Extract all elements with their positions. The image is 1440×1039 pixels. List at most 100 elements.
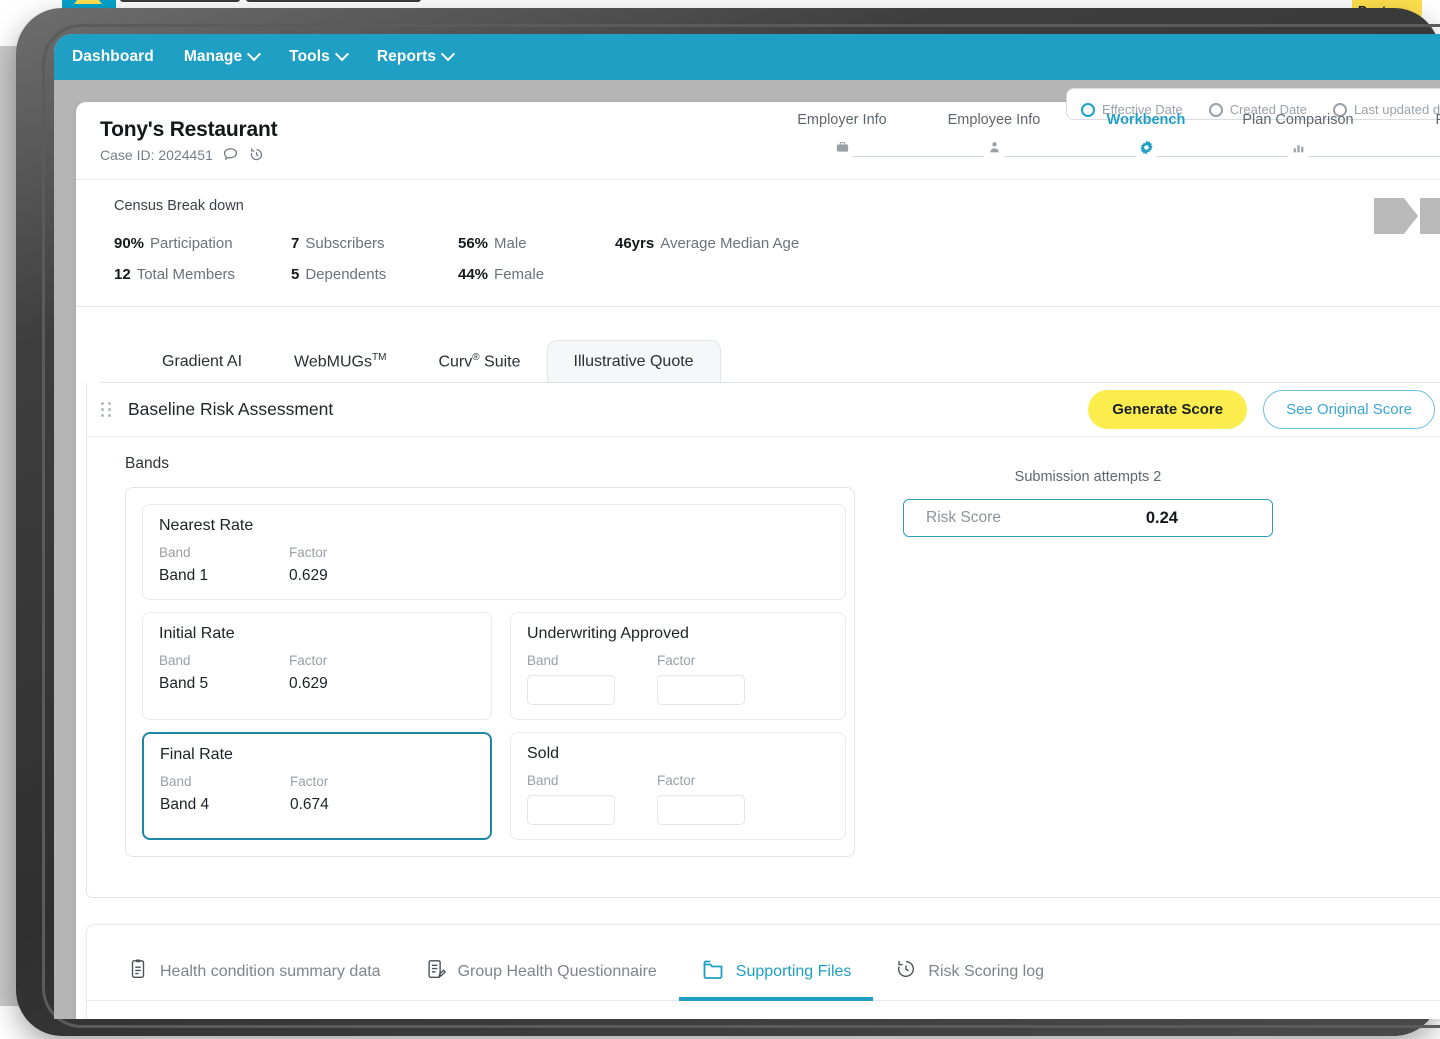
chevron-down-icon (441, 47, 456, 62)
document-tab-bar: Health condition summary data Group Heal… (87, 943, 1440, 1001)
page-body: Effective Date Created Date Last updated… (54, 80, 1440, 1019)
tab-webmugs[interactable]: WebMUGsTM (268, 340, 412, 383)
tab-health-condition-summary-label: Health condition summary data (160, 962, 381, 980)
band-value: Band 4 (160, 796, 210, 813)
briefcase-icon (832, 137, 852, 157)
census-stat-label: Subscribers (305, 235, 385, 252)
nav-item-tools-label: Tools (289, 48, 330, 65)
tab-curv-suffix: Suite (479, 353, 521, 370)
factor-label: Factor (657, 653, 696, 668)
product-tab-bar: Gradient AI WebMUGsTM Curv® Suite Illust… (100, 335, 1440, 383)
census-stat: 44% Female (458, 259, 603, 290)
main-content-card: Effective Date Created Date Last updated… (76, 88, 1440, 1019)
stepper-label: Plan (1435, 112, 1440, 128)
chevron-shape (1420, 198, 1440, 234)
band-card-sold[interactable]: Sold Band Factor (510, 732, 846, 840)
census-stat: 46yrs Average Median Age (615, 228, 945, 259)
risk-score-box[interactable]: Risk Score 0.24 (903, 499, 1273, 537)
drag-handle-icon[interactable] (101, 402, 112, 417)
baseline-risk-assessment-panel: Baseline Risk Assessment Generate Score … (86, 383, 1440, 898)
nav-item-manage-label: Manage (183, 48, 243, 65)
tab-illustrative-quote[interactable]: Illustrative Quote (546, 340, 721, 383)
tab-supporting-files[interactable]: Supporting Files (678, 944, 874, 1001)
nav-item-tools[interactable]: Tools (289, 47, 349, 66)
census-stat: 5 Dependents (291, 259, 446, 290)
stepper-label: Workbench (1106, 112, 1186, 128)
census-stat-label: Female (494, 266, 545, 283)
band-card-initial-rate[interactable]: Initial Rate Band Band 5 Factor 0.629 (142, 612, 492, 720)
tab-curv-suite[interactable]: Curv® Suite (412, 340, 546, 383)
tab-supporting-files-label: Supporting Files (735, 962, 852, 980)
factor-value: 0.674 (290, 796, 329, 813)
stepper-icons (766, 137, 1440, 157)
tab-health-condition-summary[interactable]: Health condition summary data (105, 944, 403, 1000)
census-column-age: 46yrs Average Median Age (615, 228, 945, 290)
case-header: Tony's Restaurant Case ID: 2024451 Emplo… (76, 102, 1440, 180)
nav-item-reports[interactable]: Reports (377, 47, 456, 66)
band-card-underwriting-approved[interactable]: Underwriting Approved Band Factor (510, 612, 846, 720)
folder-icon (701, 957, 725, 986)
tab-curv-label: Curv (438, 353, 473, 370)
tab-gradient-ai[interactable]: Gradient AI (136, 341, 268, 383)
band-label: Band (527, 773, 559, 788)
chevron-down-icon (334, 47, 349, 62)
census-grid: 90% Participation 12 Total Members 7 Sub… (114, 228, 1440, 290)
gear-icon (1136, 137, 1156, 157)
clock-history-icon (895, 958, 917, 985)
document-category-label: Document Category (105, 1017, 575, 1019)
comment-icon[interactable] (222, 146, 239, 163)
census-stat-value: 44% (458, 266, 489, 283)
tab-risk-scoring-log[interactable]: Risk Scoring log (873, 944, 1066, 1000)
stepper-label: Employer Info (797, 112, 887, 128)
factor-value: 0.629 (289, 567, 328, 584)
tab-risk-scoring-log-label: Risk Scoring log (928, 962, 1045, 980)
sold-band-input[interactable] (527, 795, 615, 825)
band-card-title: Initial Rate (159, 625, 235, 642)
bar-chart-icon (1288, 137, 1308, 157)
band-label: Band (527, 653, 559, 668)
workflow-stepper: Employer Info Employee Info Workbench Pl… (766, 112, 1440, 157)
underwriting-factor-input[interactable] (657, 675, 745, 705)
generate-score-button[interactable]: Generate Score (1088, 390, 1248, 429)
census-stat-label: Male (494, 235, 527, 252)
census-stat-label: Total Members (136, 266, 236, 283)
band-label: Band (159, 545, 191, 560)
band-card-nearest-rate[interactable]: Nearest Rate Band Band 1 Factor 0.629 (142, 504, 846, 600)
underwriting-band-input[interactable] (527, 675, 615, 705)
tablet-screen: Dashboard Manage Tools Reports Effective… (54, 34, 1440, 1019)
submission-attempts-label: Submission attempts 2 (1014, 469, 1162, 485)
bands-section: Bands Nearest Rate Band Band 1 Factor 0.… (125, 455, 855, 857)
bands-container: Nearest Rate Band Band 1 Factor 0.629 In… (125, 487, 855, 857)
census-stat-value: 5 (291, 266, 300, 283)
stepper-step-workbench[interactable]: Workbench (1070, 112, 1222, 128)
risk-score-value: 0.24 (1145, 508, 1178, 527)
history-icon[interactable] (248, 146, 265, 163)
band-card-final-rate[interactable]: Final Rate Band Band 4 Factor 0.674 (142, 732, 492, 840)
documents-body: Document Category Select (87, 1001, 1440, 1019)
census-column-subscribers: 7 Subscribers 5 Dependents (291, 228, 446, 290)
stepper-step-employer-info[interactable]: Employer Info (766, 112, 918, 128)
stepper-step-employee-info[interactable]: Employee Info (918, 112, 1070, 128)
person-icon (984, 137, 1004, 157)
risk-score-label: Risk Score (926, 509, 1001, 526)
background-bar-2 (246, 0, 421, 2)
band-label: Band (159, 653, 191, 668)
see-original-score-button[interactable]: See Original Score (1263, 390, 1435, 429)
census-column-participation: 90% Participation 12 Total Members (114, 228, 279, 290)
bands-title: Bands (125, 455, 169, 472)
census-stat-label: Average Median Age (660, 235, 800, 252)
form-pen-icon (425, 958, 447, 985)
progress-chevrons (1372, 198, 1440, 234)
stepper-label: Employee Info (947, 112, 1041, 128)
nav-item-dashboard[interactable]: Dashboard (72, 48, 154, 66)
sold-factor-input[interactable] (657, 795, 745, 825)
nav-item-manage[interactable]: Manage (183, 47, 262, 66)
tab-group-health-questionnaire[interactable]: Group Health Questionnaire (403, 944, 679, 1000)
stepper-step-plan-comparison[interactable]: Plan Comparison (1222, 112, 1374, 128)
tablet-device-frame: Dashboard Manage Tools Reports Effective… (16, 8, 1440, 1036)
census-stat-empty (615, 259, 945, 290)
stepper-step-plan[interactable]: Plan (1374, 112, 1440, 128)
chevron-shape (1374, 198, 1418, 234)
tab-group-health-questionnaire-label: Group Health Questionnaire (457, 962, 657, 980)
factor-label: Factor (289, 545, 328, 560)
